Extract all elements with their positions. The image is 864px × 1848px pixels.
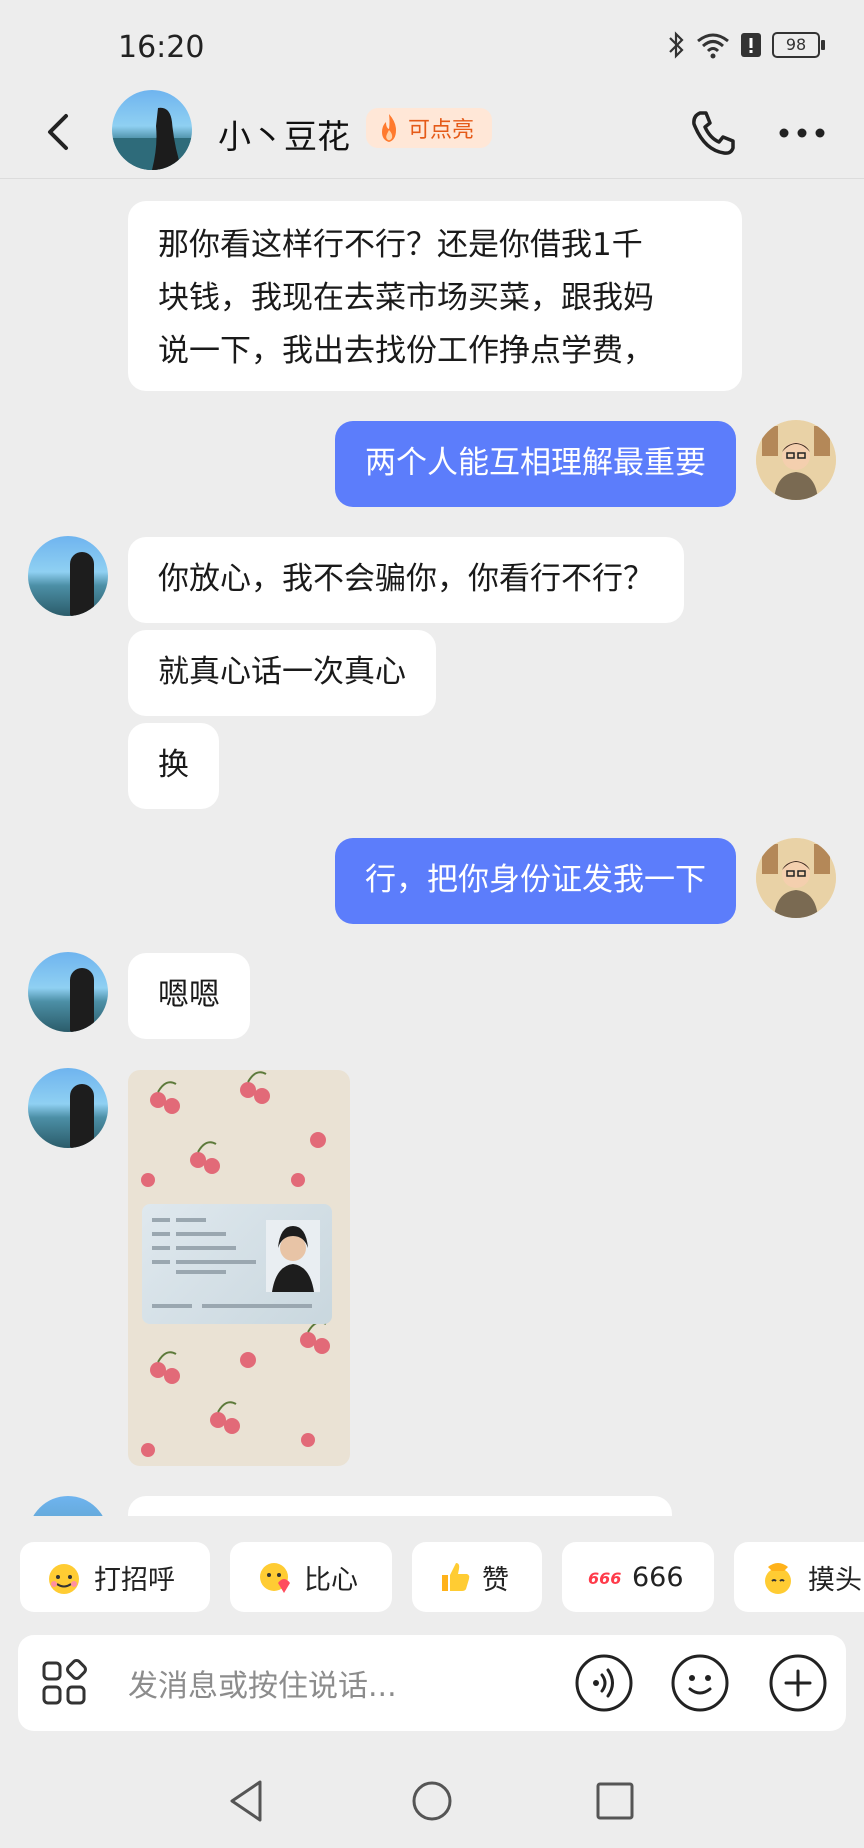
message-bubble-left[interactable]: 你放心，我不会骗你，你看行不行？ [128, 537, 684, 623]
avatar-image [756, 420, 836, 500]
quick-reply-label: 比心 [304, 1564, 358, 1596]
contact-avatar-partial [28, 1496, 108, 1516]
message-input[interactable]: 发消息或按住说话... [128, 1661, 397, 1705]
quick-reply-666[interactable]: 666 666 [562, 1542, 714, 1612]
contact-avatar[interactable] [112, 90, 192, 170]
emoji-icon[interactable] [670, 1653, 730, 1713]
quick-reply-like[interactable]: 赞 [412, 1542, 542, 1612]
nav-recent-icon[interactable] [594, 1780, 636, 1822]
id-card [142, 1204, 332, 1324]
fire-badge[interactable]: 可点亮 [366, 108, 493, 148]
message-bubble-left[interactable]: 那你看这样行不行？还是你借我1千 块钱，我现在去菜市场买菜，跟我妈 说一下，我出… [128, 201, 742, 391]
quick-reply-bar: 打招呼 比心 赞 666 666 摸头 [0, 1516, 864, 1616]
alert-icon [741, 33, 761, 57]
quick-reply-greet[interactable]: 打招呼 [20, 1542, 210, 1612]
nav-back-icon[interactable] [226, 1778, 270, 1824]
avatar-image [112, 107, 192, 170]
quick-reply-label: 666 [632, 1561, 684, 1593]
apps-icon[interactable] [40, 1659, 88, 1707]
message-bubble-left[interactable]: 嗯嗯 [128, 953, 250, 1039]
message-bubble-right[interactable]: 行，把你身份证发我一下 [335, 838, 736, 924]
phone-icon[interactable] [688, 108, 738, 158]
message-bubble-left[interactable]: 就真心话一次真心 [128, 630, 436, 716]
my-avatar[interactable] [756, 420, 836, 500]
contact-name[interactable]: 小丶豆花 [218, 110, 350, 158]
message-input-bar: 发消息或按住说话... [18, 1635, 846, 1731]
id-card-image [152, 1218, 320, 1308]
nav-home-icon[interactable] [410, 1778, 454, 1824]
message-bubble-right[interactable]: 两个人能互相理解最重要 [335, 421, 736, 507]
emoji-wave-icon [49, 1564, 79, 1594]
back-icon[interactable] [36, 108, 84, 156]
emoji-heart-icon [260, 1563, 290, 1593]
avatar-image [756, 838, 836, 918]
my-avatar[interactable] [756, 838, 836, 918]
quick-reply-pat[interactable]: 摸头 [734, 1542, 864, 1612]
six-icon: 666 [588, 1569, 621, 1588]
plus-icon[interactable] [768, 1653, 828, 1713]
thumbs-up-icon [442, 1563, 470, 1591]
status-icons: 98 [666, 30, 825, 60]
quick-reply-label: 摸头 [808, 1564, 862, 1596]
message-line: 那你看这样行不行？还是你借我1千 [158, 227, 643, 263]
voice-icon[interactable] [574, 1653, 634, 1713]
badge-label: 可点亮 [408, 118, 475, 143]
flame-icon [382, 114, 396, 142]
quick-reply-label: 打招呼 [94, 1564, 175, 1596]
id-card-photo[interactable] [128, 1070, 350, 1466]
quick-reply-label: 赞 [482, 1564, 509, 1596]
status-time: 16:20 [118, 30, 205, 65]
svg-text:666: 666 [588, 1569, 621, 1588]
more-icon[interactable] [776, 108, 828, 158]
quick-reply-heart[interactable]: 比心 [230, 1542, 392, 1612]
contact-avatar-small[interactable] [28, 1068, 108, 1148]
message-bubble-left[interactable]: 换 [128, 723, 219, 809]
message-bubble-partial [128, 1496, 672, 1516]
contact-avatar-small[interactable] [28, 952, 108, 1032]
chat-header: 小丶豆花 可点亮 [0, 86, 864, 179]
battery-icon: 98 [772, 32, 825, 58]
message-line: 块钱，我现在去菜市场买菜，跟我妈 [158, 280, 654, 316]
contact-avatar-small[interactable] [28, 536, 108, 616]
message-line: 说一下，我出去找份工作挣点学费， [158, 333, 654, 369]
wifi-icon [697, 33, 729, 59]
system-nav-bar [0, 1752, 864, 1848]
status-bar: 16:20 98 [0, 0, 864, 96]
bluetooth-icon [669, 31, 684, 59]
pat-head-icon [765, 1563, 791, 1594]
